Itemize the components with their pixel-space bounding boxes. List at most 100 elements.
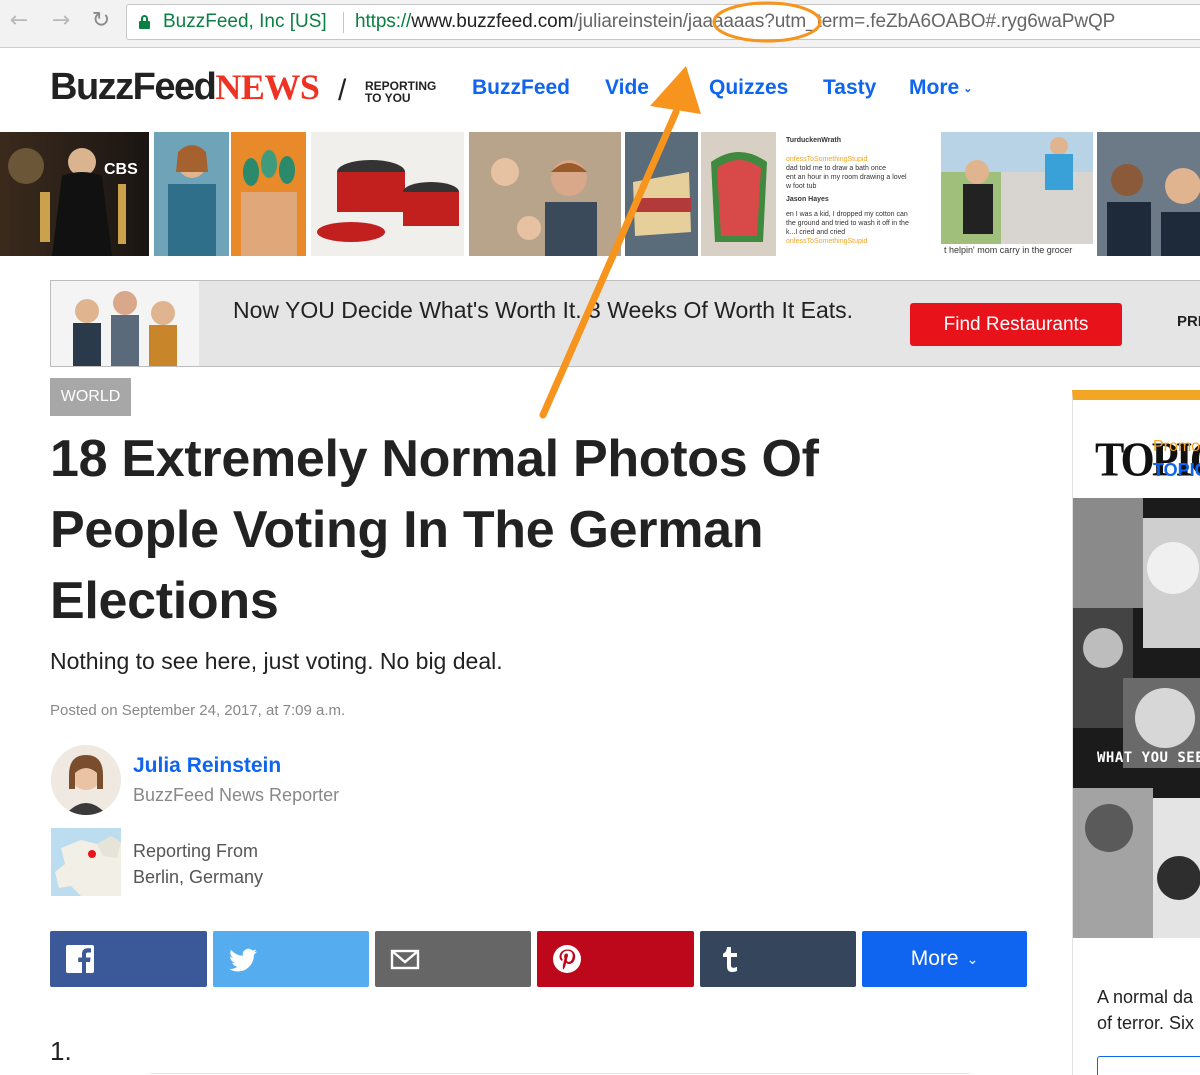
nails-photo <box>241 150 297 256</box>
promo-text-line1: A normal da <box>1097 987 1194 1007</box>
tweet-text: the ground and tried to wash it off in t… <box>786 220 909 227</box>
tweet-text: ent an hour in my room drawing a lovel <box>786 174 907 181</box>
promo-collage-photo <box>1073 498 1200 938</box>
author-name-link[interactable]: Julia Reinstein <box>133 754 281 778</box>
url-text[interactable]: https://www.buzzfeed.com/juliareinstein/… <box>355 5 1115 39</box>
woman-photo <box>168 145 216 256</box>
tweet-text: k...I cried and cried <box>786 229 846 236</box>
article-headline: 18 Extremely Normal Photos Of People Vot… <box>50 430 819 630</box>
lock-icon <box>139 15 150 29</box>
ad-image <box>51 281 199 366</box>
nav-buzzfeed[interactable]: BuzzFeed <box>472 76 570 100</box>
logo-news: NEWS <box>215 67 320 107</box>
nav-more-label: More <box>909 76 960 99</box>
chevron-down-icon: ⌄ <box>963 82 973 95</box>
reporting-from: Reporting From Berlin, Germany <box>133 838 263 890</box>
url-host: www.buzzfeed.com <box>411 11 574 32</box>
avatar[interactable] <box>51 745 121 815</box>
nav-tasty[interactable]: Tasty <box>823 76 876 100</box>
logo-slash: / <box>338 74 347 107</box>
tweet-hashtag: onfessToSomethingStupid <box>786 238 868 245</box>
address-bar[interactable]: BuzzFeed, Inc [US] https://www.buzzfeed.… <box>126 4 1200 40</box>
forward-arrow-icon[interactable]: → <box>48 8 74 34</box>
url-path: /juliareinstein/jaaaaaas?utm_term=.feZbA… <box>573 11 1116 32</box>
promo-description: A normal da of terror. Six <box>1097 984 1200 1036</box>
nav-videos[interactable]: Vide <box>605 76 649 100</box>
thumb-cookware[interactable] <box>311 132 464 256</box>
promoted-by-label: Promo <box>1153 438 1200 455</box>
watermelon-photo <box>711 152 767 242</box>
envelope-icon <box>390 949 420 970</box>
tagline-line2: TO YOU <box>365 91 411 105</box>
ad-banner[interactable]: Now YOU Decide What's Worth It. 3 Weeks … <box>50 280 1200 367</box>
tweet-text: dad told me to draw a bath once <box>786 165 887 172</box>
cbs-text: CBS <box>104 161 138 178</box>
site-header: BuzzFeedNEWS / REPORTING TO YOU BuzzFeed … <box>0 48 1200 132</box>
thumb-stairs[interactable]: t helpin' mom carry in the grocer <box>941 132 1093 256</box>
email-share-button[interactable] <box>375 931 531 987</box>
thumb-sandwich[interactable] <box>625 132 698 256</box>
section-badge[interactable]: WORLD <box>50 378 131 416</box>
reporting-from-place: Berlin, Germany <box>133 867 264 887</box>
promo-button[interactable] <box>1097 1056 1200 1075</box>
emmys-photo: CBS <box>8 148 138 256</box>
chevron-down-icon: ⌄ <box>966 951 979 968</box>
list-item-number: 1. <box>50 1036 72 1066</box>
tweet-handle: TurduckenWrath <box>786 137 841 144</box>
tumblr-share-button[interactable] <box>700 931 856 987</box>
promo-text-line2: of terror. Six <box>1097 1013 1195 1033</box>
twitter-bird-icon <box>229 948 257 972</box>
thumb-tweets[interactable]: TurduckenWrath onfessToSomethingStupid d… <box>780 132 938 256</box>
facebook-share-button[interactable] <box>50 931 207 987</box>
facebook-icon <box>66 945 94 973</box>
thumb-watermelon[interactable] <box>701 132 776 256</box>
ad-cut-label: PRE <box>1177 313 1200 330</box>
stairs-photo <box>941 132 1093 256</box>
nav-more[interactable]: More ⌄ <box>909 76 972 100</box>
prince-photo <box>491 158 597 256</box>
author-photo <box>51 745 121 815</box>
ssl-organization: BuzzFeed, Inc [US] <box>163 11 327 32</box>
find-restaurants-button[interactable]: Find Restaurants <box>910 303 1122 346</box>
content-divider <box>150 1073 970 1074</box>
obama-photo <box>1107 164 1200 256</box>
twitter-share-button[interactable] <box>213 931 369 987</box>
promo-topic-link[interactable]: TOPIC <box>1153 460 1200 481</box>
tweet-hashtag: onfessToSomethingStupid <box>786 156 868 163</box>
url-scheme: https:// <box>355 11 412 32</box>
thumb-nails[interactable] <box>231 132 306 256</box>
thumb-prince[interactable] <box>469 132 621 256</box>
thumb-woman-teal[interactable] <box>154 132 229 256</box>
tagline: REPORTING TO YOU <box>365 80 445 104</box>
cookware-photo <box>317 160 459 242</box>
pinterest-share-button[interactable] <box>537 931 694 987</box>
sandwich-photo <box>633 172 691 236</box>
share-more-label: More <box>910 947 959 970</box>
thumb-emmys[interactable]: CBS <box>0 132 149 256</box>
reporting-from-label: Reporting From <box>133 841 259 861</box>
reload-icon[interactable]: ↻ <box>88 8 114 34</box>
tumblr-icon <box>723 947 737 972</box>
browser-toolbar: ← → ↻ BuzzFeed, Inc [US] https://www.buz… <box>0 0 1200 48</box>
buzzfeed-news-logo[interactable]: BuzzFeedNEWS <box>50 66 320 109</box>
share-more-button[interactable]: More ⌄ <box>862 931 1027 987</box>
logo-buzzfeed: BuzzFeed <box>50 66 217 108</box>
tweet-text: en I was a kid, I dropped my cotton can <box>786 211 908 218</box>
nav-quizzes[interactable]: Quizzes <box>709 76 788 100</box>
tweet-author: Jason Hayes <box>786 196 829 203</box>
ad-text: Now YOU Decide What's Worth It. 3 Weeks … <box>233 297 854 323</box>
address-divider <box>343 12 344 33</box>
tweet-text: w foot tub <box>786 183 817 190</box>
stairs-caption: t helpin' mom carry in the grocer <box>941 244 1093 256</box>
sidebar-promo[interactable]: TOPIC Promo TOPIC WHAT YOU SEE A normal … <box>1072 390 1200 1075</box>
posted-timestamp: Posted on September 24, 2017, at 7:09 a.… <box>50 702 346 719</box>
back-arrow-icon[interactable]: ← <box>6 8 32 34</box>
location-map[interactable] <box>51 828 121 896</box>
worth-it-hosts-photo <box>51 281 199 366</box>
pinterest-icon <box>553 945 581 973</box>
promo-image[interactable]: WHAT YOU SEE <box>1073 498 1200 938</box>
article-dek: Nothing to see here, just voting. No big… <box>50 648 503 674</box>
trending-image-strip: CBS TurduckenWrath onfessToSomethingStup… <box>0 132 1200 256</box>
promo-image-caption: WHAT YOU SEE <box>1097 750 1200 766</box>
thumb-obama[interactable] <box>1097 132 1200 256</box>
